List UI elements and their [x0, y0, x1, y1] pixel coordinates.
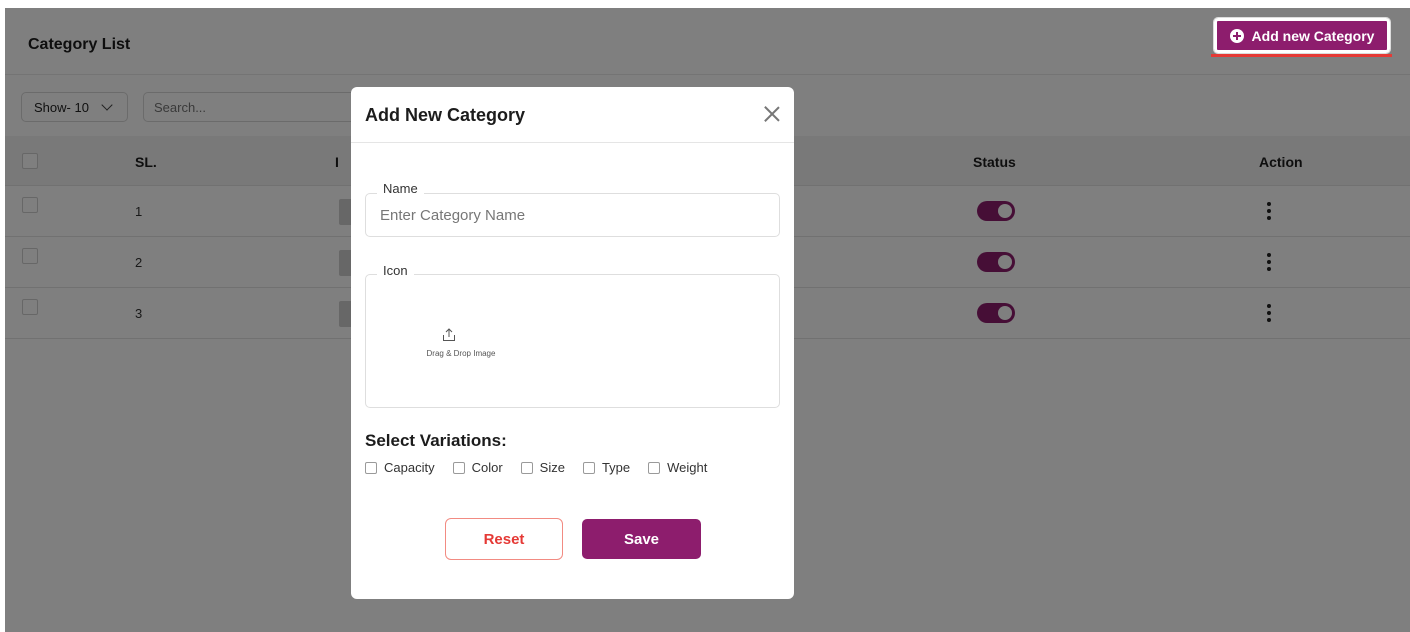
- variation-checkbox[interactable]: [648, 461, 661, 474]
- variation-checkbox[interactable]: [452, 461, 465, 474]
- variation-label: Size: [539, 460, 565, 475]
- highlight-underline: [1211, 54, 1392, 57]
- variation-type[interactable]: Type: [582, 460, 631, 475]
- variation-capacity[interactable]: Capacity: [365, 460, 435, 475]
- variations-list: Capacity Color Size Type Weight: [365, 460, 707, 475]
- variation-checkbox[interactable]: [520, 461, 533, 474]
- add-new-category-label: Add new Category: [1251, 27, 1375, 44]
- variation-checkbox[interactable]: [582, 461, 595, 474]
- modal-title: Add New Category: [365, 105, 526, 125]
- category-name-input[interactable]: [365, 193, 780, 237]
- variation-label: Color: [471, 460, 503, 475]
- variation-size[interactable]: Size: [520, 460, 565, 475]
- icon-field-label: Icon: [377, 263, 414, 278]
- variation-color[interactable]: Color: [452, 460, 503, 475]
- icon-dropzone[interactable]: Drag & Drop Image: [365, 274, 780, 408]
- variation-label: Capacity: [384, 460, 435, 475]
- reset-button[interactable]: Reset: [445, 518, 563, 560]
- variation-checkbox[interactable]: [365, 461, 377, 474]
- add-new-category-button[interactable]: Add new Category: [1213, 17, 1391, 54]
- name-field-label: Name: [377, 181, 424, 196]
- dropzone-text: Drag & Drop Image: [426, 349, 496, 358]
- plus-circle-icon: [1229, 28, 1244, 43]
- variation-weight[interactable]: Weight: [648, 460, 707, 475]
- variations-title: Select Variations:: [365, 431, 507, 450]
- save-button[interactable]: Save: [582, 519, 701, 559]
- variation-label: Type: [601, 460, 631, 475]
- modal-header: Add New Category: [351, 87, 794, 143]
- close-icon[interactable]: [764, 106, 780, 122]
- add-category-modal: Add New Category Name Icon Drag & Drop I…: [351, 87, 794, 599]
- variation-label: Weight: [667, 460, 708, 475]
- upload-icon: [443, 328, 455, 341]
